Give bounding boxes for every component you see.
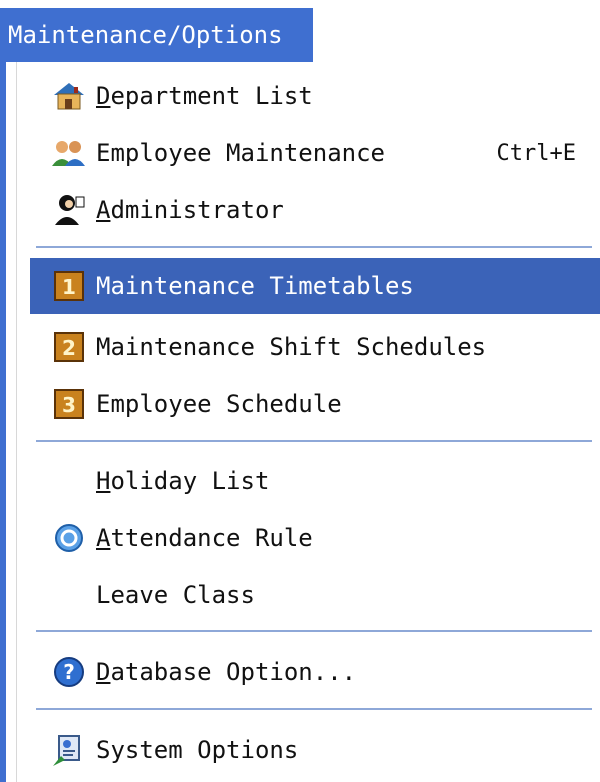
menu-separator <box>36 630 592 632</box>
menu-item-label: Administrator <box>96 196 284 224</box>
help-icon: ? <box>46 652 92 692</box>
menu-item-label: Employee Schedule <box>96 390 342 418</box>
menu-item-department-list[interactable]: Department List <box>30 68 600 124</box>
menu-separator <box>36 440 592 442</box>
users-icon <box>46 133 92 173</box>
menu-item-label: Maintenance Shift Schedules <box>96 333 487 361</box>
number-3-icon: 3 <box>46 384 92 424</box>
menu-item-maintenance-timetables[interactable]: 1 Maintenance Timetables <box>30 258 600 314</box>
menu-separator <box>36 246 592 248</box>
menu-item-system-options[interactable]: System Options <box>30 722 600 778</box>
number-2-icon: 2 <box>46 327 92 367</box>
menu-item-attendance-rule[interactable]: Attendance Rule <box>30 510 600 566</box>
rule-circle-icon <box>46 518 92 558</box>
svg-text:2: 2 <box>62 336 76 360</box>
house-icon <box>46 76 92 116</box>
svg-text:?: ? <box>63 660 75 684</box>
dropdown-menu: Department List Employee Maintenance Ctr… <box>0 62 600 782</box>
svg-text:1: 1 <box>62 275 76 299</box>
menu-item-label: Database Option... <box>96 658 357 686</box>
shortcut-label: Ctrl+E <box>496 140 576 166</box>
menu-item-employee-maintenance[interactable]: Employee Maintenance Ctrl+E <box>30 125 600 181</box>
administrator-icon <box>46 190 92 230</box>
menu-item-database-option[interactable]: ? Database Option... <box>30 644 600 700</box>
menu-item-label: Employee Maintenance <box>96 139 385 167</box>
menu-item-label: Attendance Rule <box>96 524 313 552</box>
menu-item-administrator[interactable]: Administrator <box>30 182 600 238</box>
menu-item-label: System Options <box>96 736 299 764</box>
menu-separator <box>36 708 592 710</box>
menu-item-label: Holiday List <box>96 467 270 495</box>
svg-text:3: 3 <box>62 393 76 417</box>
number-1-icon: 1 <box>46 266 92 306</box>
menu-item-label: Department List <box>96 82 313 110</box>
menu-item-employee-schedule[interactable]: 3 Employee Schedule <box>30 376 600 432</box>
holiday-list-icon-placeholder <box>46 461 92 501</box>
menu-item-leave-class[interactable]: Leave Class <box>30 567 600 623</box>
menu-item-maintenance-shift-schedules[interactable]: 2 Maintenance Shift Schedules <box>30 319 600 375</box>
menu-item-label: Leave Class <box>96 581 255 609</box>
menu-title[interactable]: Maintenance/Options <box>0 8 313 62</box>
leave-class-icon-placeholder <box>46 575 92 615</box>
menu-item-holiday-list[interactable]: Holiday List <box>30 453 600 509</box>
menu-item-label: Maintenance Timetables <box>96 272 414 300</box>
system-settings-icon <box>46 730 92 770</box>
